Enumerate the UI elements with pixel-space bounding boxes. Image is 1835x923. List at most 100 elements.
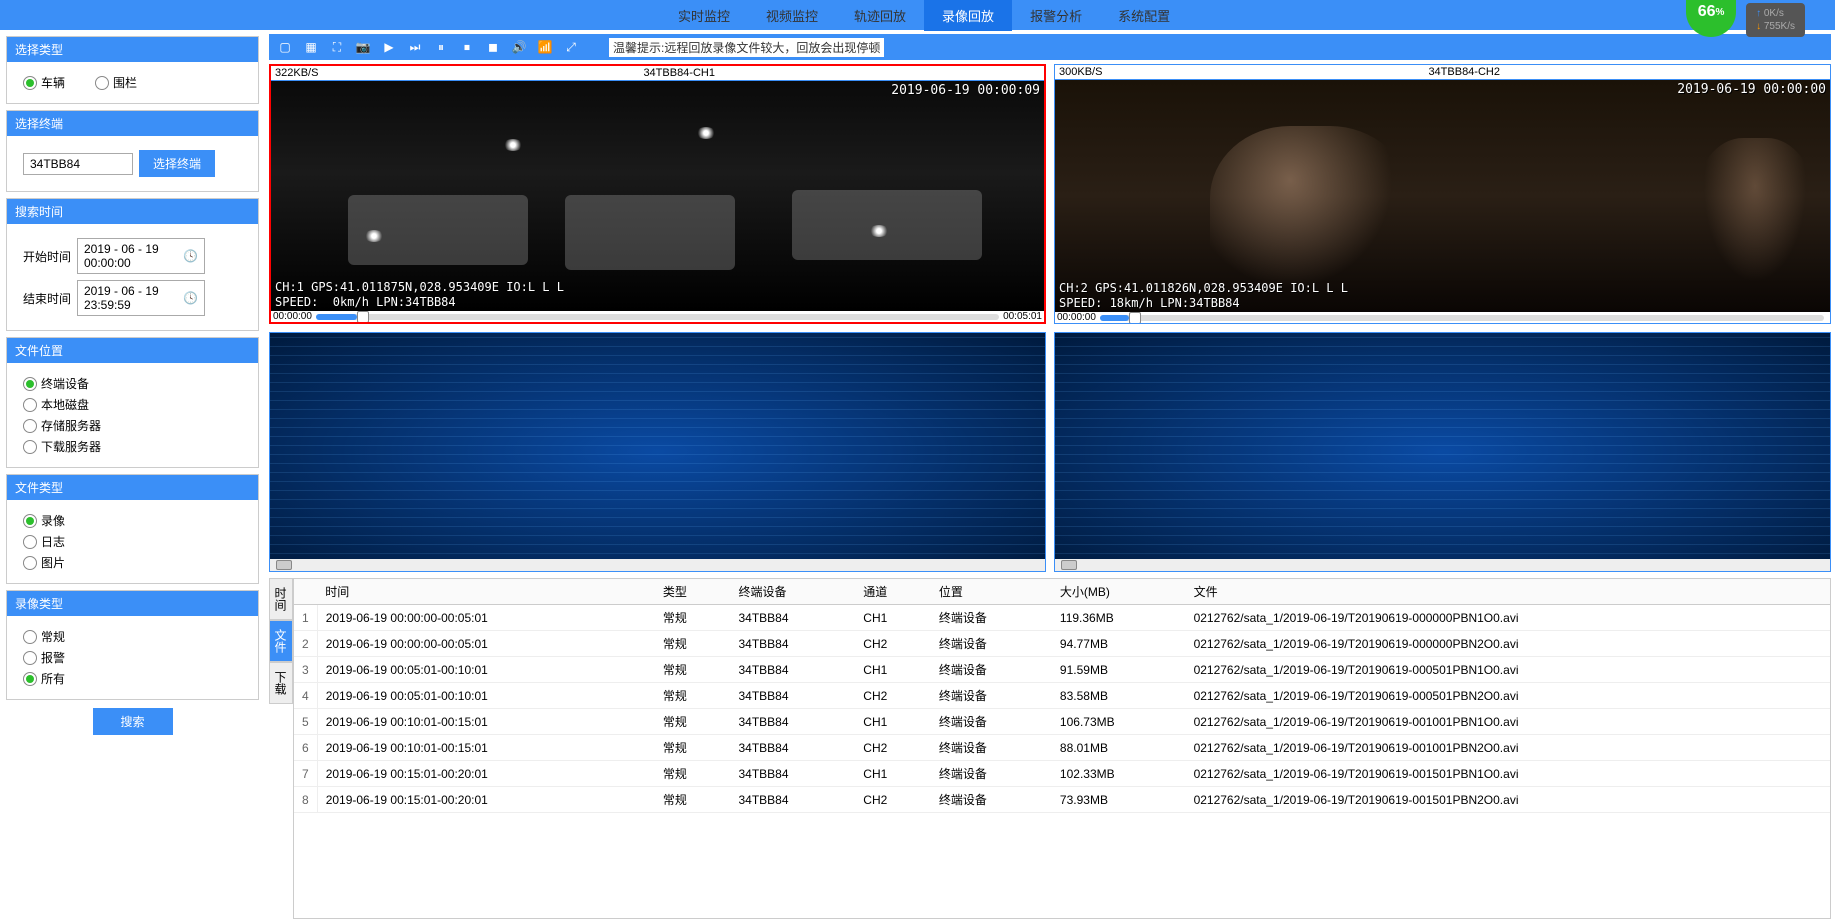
radio-fileloc-1[interactable]: 本地磁盘 [23,396,242,413]
nav-item-2[interactable]: 轨迹回放 [836,0,924,31]
panel-select-terminal: 选择终端 选择终端 [6,110,259,192]
radio-rectype-1[interactable]: 报警 [23,649,242,666]
select-terminal-button[interactable]: 选择终端 [139,150,215,177]
panel-title: 文件位置 [7,338,258,363]
video-feed: 2019-06-19 00:00:09 CH:1 GPS:41.011875N,… [271,81,1044,311]
video-progress[interactable] [270,559,1045,571]
step-icon[interactable]: ⏭ [407,39,423,55]
video-pane-empty-3[interactable] [269,332,1046,572]
video-progress[interactable] [1055,559,1830,571]
sidebar: 选择类型 车辆 围栏 选择终端 选择终端 搜索时间 开始时间 2019 - 06… [0,30,265,923]
table-header: 大小(MB) [1052,579,1186,605]
results-table: 时间类型终端设备通道位置大小(MB)文件 12019-06-19 00:00:0… [294,579,1830,813]
expand-icon[interactable]: ⤢ [563,39,579,55]
start-time-label: 开始时间 [23,248,71,265]
nav-item-0[interactable]: 实时监控 [660,0,748,31]
table-row[interactable]: 12019-06-19 00:00:00-00:05:01常规34TBB84CH… [294,605,1830,631]
panel-title: 录像类型 [7,591,258,616]
panel-title: 选择终端 [7,111,258,136]
video-progress[interactable]: 00:00:00 00:05:01 [271,311,1044,322]
fullscreen-icon[interactable]: ⛶ [329,39,345,55]
panel-title: 搜索时间 [7,199,258,224]
signal-icon[interactable]: 📶 [537,39,553,55]
table-header: 位置 [931,579,1052,605]
toolbar-hint: 温馨提示:远程回放录像文件较大，回放会出现停顿 [609,38,884,57]
side-tab-2[interactable]: 下载 [269,662,293,704]
cpu-gauge: 66% [1686,0,1736,37]
radio-fileloc-3[interactable]: 下载服务器 [23,438,242,455]
net-speed: ↑ 0K/s ↓ 755K/s [1746,3,1805,37]
radio-fence[interactable]: 围栏 [95,74,137,91]
calendar-icon: 🕓 [183,291,198,305]
video-rate: 322KB/S [275,67,318,79]
video-pane-ch1[interactable]: 322KB/S 34TBB84-CH1 2019-06-19 00:00:0 [269,64,1046,324]
side-tab-1[interactable]: 文件 [269,620,293,662]
terminal-input[interactable] [23,153,133,175]
grid4-icon[interactable]: ▦ [303,39,319,55]
video-grid: 322KB/S 34TBB84-CH1 2019-06-19 00:00:0 [269,64,1831,572]
radio-vehicle[interactable]: 车辆 [23,74,65,91]
camera-icon[interactable]: 📷 [355,39,371,55]
results-section: 时间文件下载 时间类型终端设备通道位置大小(MB)文件 12019-06-19 … [269,578,1831,919]
panel-title: 选择类型 [7,37,258,62]
video-feed: 2019-06-19 00:00:00 CH:2 GPS:41.011826N,… [1055,80,1830,312]
table-row[interactable]: 62019-06-19 00:10:01-00:15:01常规34TBB84CH… [294,735,1830,761]
table-header: 类型 [655,579,731,605]
grid1-icon[interactable]: ▢ [277,39,293,55]
stop-icon[interactable]: ⏹ [459,39,475,55]
table-row[interactable]: 32019-06-19 00:05:01-00:10:01常规34TBB84CH… [294,657,1830,683]
video-timestamp: 2019-06-19 00:00:00 [1677,82,1826,97]
nav-menu: 实时监控视频监控轨迹回放录像回放报警分析系统配置 [660,0,1188,31]
table-header: 时间 [317,579,655,605]
nav-item-4[interactable]: 报警分析 [1012,0,1100,31]
table-row[interactable]: 42019-06-19 00:05:01-00:10:01常规34TBB84CH… [294,683,1830,709]
table-row[interactable]: 72019-06-19 00:15:01-00:20:01常规34TBB84CH… [294,761,1830,787]
play-icon[interactable]: ▶ [381,39,397,55]
panel-file-type: 文件类型 录像日志图片 [6,474,259,584]
video-timestamp: 2019-06-19 00:00:09 [891,83,1040,98]
radio-filetype-2[interactable]: 图片 [23,554,242,571]
panel-select-type: 选择类型 车辆 围栏 [6,36,259,104]
search-button[interactable]: 搜索 [93,708,173,735]
video-title: 34TBB84-CH2 [1428,66,1500,78]
calendar-icon: 🕓 [183,249,198,263]
stopall-icon[interactable]: ◼ [485,39,501,55]
results-table-wrap: 时间类型终端设备通道位置大小(MB)文件 12019-06-19 00:00:0… [293,578,1831,919]
table-header: 通道 [855,579,931,605]
panel-title: 文件类型 [7,475,258,500]
radio-rectype-0[interactable]: 常规 [23,628,242,645]
panel-file-location: 文件位置 终端设备本地磁盘存储服务器下载服务器 [6,337,259,468]
video-placeholder [1055,333,1830,571]
table-row[interactable]: 52019-06-19 00:10:01-00:15:01常规34TBB84CH… [294,709,1830,735]
end-time-input[interactable]: 2019 - 06 - 19 23:59:59🕓 [77,280,205,316]
start-time-input[interactable]: 2019 - 06 - 19 00:00:00🕓 [77,238,205,274]
side-tab-0[interactable]: 时间 [269,578,293,620]
table-row[interactable]: 22019-06-19 00:00:00-00:05:01常规34TBB84CH… [294,631,1830,657]
radio-fileloc-0[interactable]: 终端设备 [23,375,242,392]
pause-icon[interactable]: ⏸ [433,39,449,55]
nav-item-5[interactable]: 系统配置 [1100,0,1188,31]
nav-status: 66% ↑ 0K/s ↓ 755K/s [1686,0,1805,45]
top-nav: 实时监控视频监控轨迹回放录像回放报警分析系统配置 66% ↑ 0K/s ↓ 75… [0,0,1835,30]
video-title: 34TBB84-CH1 [643,67,715,79]
side-tabs: 时间文件下载 [269,578,293,919]
nav-item-3[interactable]: 录像回放 [924,0,1012,31]
nav-item-1[interactable]: 视频监控 [748,0,836,31]
table-header: 终端设备 [730,579,855,605]
radio-filetype-0[interactable]: 录像 [23,512,242,529]
video-pane-ch2[interactable]: 300KB/S 34TBB84-CH2 2019-06-19 00:00:00 … [1054,64,1831,324]
video-progress[interactable]: 00:00:00 [1055,312,1830,323]
radio-fileloc-2[interactable]: 存储服务器 [23,417,242,434]
volume-icon[interactable]: 🔊 [511,39,527,55]
video-osd: CH:1 GPS:41.011875N,028.953409E IO:L L L… [275,280,564,309]
radio-filetype-1[interactable]: 日志 [23,533,242,550]
table-row[interactable]: 82019-06-19 00:15:01-00:20:01常规34TBB84CH… [294,787,1830,813]
up-arrow-icon: ↑ [1756,8,1761,19]
video-osd: CH:2 GPS:41.011826N,028.953409E IO:L L L… [1059,281,1348,310]
end-time-label: 结束时间 [23,290,71,307]
radio-rectype-2[interactable]: 所有 [23,670,242,687]
panel-record-type: 录像类型 常规报警所有 [6,590,259,700]
video-rate: 300KB/S [1059,66,1102,78]
video-pane-empty-4[interactable] [1054,332,1831,572]
down-arrow-icon: ↓ [1756,21,1761,32]
